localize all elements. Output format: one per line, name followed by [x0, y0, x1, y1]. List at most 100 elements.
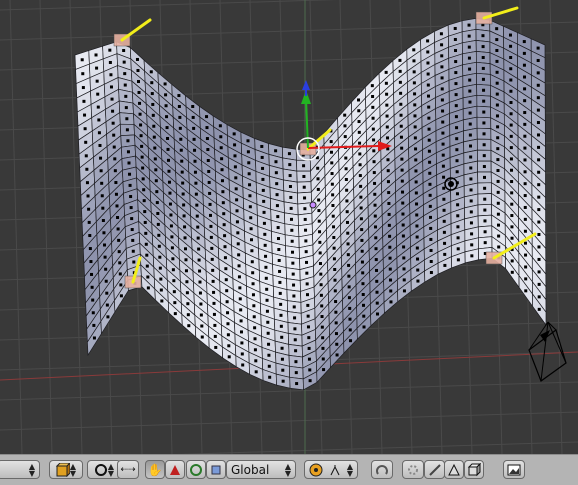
mesh-vertex-dot: [86, 194, 90, 198]
mesh-vertex-dot: [247, 172, 251, 176]
edge-select-button[interactable]: [424, 460, 445, 479]
mesh-vertex-dot: [146, 286, 150, 290]
mesh-vertex-dot: [348, 317, 352, 321]
mesh-vertex-dot: [293, 316, 297, 320]
mesh-vertex-dot: [495, 38, 499, 42]
mesh-vertex-dot: [124, 94, 128, 98]
mesh-vertex-dot: [469, 188, 473, 192]
mesh-vertex-dot: [153, 157, 157, 161]
mesh-vertex-dot: [144, 231, 148, 235]
camera-icon[interactable]: [528, 321, 567, 382]
hook-empty-icon[interactable]: [475, 6, 519, 25]
mesh-vertex-dot: [348, 306, 352, 310]
mesh-vertex-dot: [160, 299, 164, 303]
mesh-vertex-dot: [428, 160, 432, 164]
mesh-vertex-dot: [415, 202, 419, 206]
view-menu-selector[interactable]: ▲ ▼: [0, 460, 40, 479]
mesh-vertex-dot: [105, 303, 109, 307]
grab-mode-button[interactable]: ✋: [145, 460, 165, 479]
hook-empty-icon[interactable]: [113, 18, 152, 47]
mesh-vertex-dot: [103, 255, 107, 259]
mesh-vertex-dot: [454, 82, 458, 86]
mesh-vertex-dot: [145, 253, 149, 257]
mesh-vertex-dot: [261, 177, 265, 181]
mesh-vertex-dot: [412, 70, 416, 74]
pivot-point-selector[interactable]: ▲ ▼: [304, 460, 358, 479]
mesh-vertex-dot: [294, 349, 298, 353]
draw-type-selector[interactable]: ▲ ▼: [87, 460, 121, 479]
mesh-vertex-dot: [266, 331, 270, 335]
mesh-vertex-dot: [191, 115, 195, 119]
mesh-vertex-dot: [236, 242, 240, 246]
mesh-vertex-dot: [331, 193, 335, 197]
mesh-vertex-dot: [165, 126, 169, 130]
orientation-select[interactable]: Global ▲ ▼: [226, 460, 296, 479]
mesh-vertex-dot: [219, 135, 223, 139]
mesh-vertex-dot: [233, 143, 237, 147]
mesh-vertex-dot: [200, 324, 204, 328]
mesh-vertex-dot: [168, 202, 172, 206]
mesh-vertex-dot: [481, 56, 485, 60]
mesh-vertex-dot: [537, 270, 541, 274]
mesh-vertex-dot: [114, 181, 118, 185]
mesh-vertex-dot: [81, 86, 85, 90]
mesh-vertex-dot: [263, 243, 267, 247]
snap-button[interactable]: [402, 460, 424, 479]
mesh-vertex-dot: [470, 254, 474, 258]
render-button[interactable]: [503, 460, 525, 479]
mesh-vertex-dot: [139, 134, 143, 138]
mesh-vertex-dot: [455, 192, 459, 196]
transform-space-button[interactable]: [206, 460, 226, 479]
mesh-vertex-dot: [467, 45, 471, 49]
mesh-vertex-dot: [468, 78, 472, 82]
3d-viewport[interactable]: [0, 0, 578, 454]
mesh-vertex-dot: [344, 156, 348, 160]
mesh-vertex-dot: [468, 122, 472, 126]
scale-mode-button[interactable]: [186, 460, 206, 479]
proportional-edit-button[interactable]: [371, 460, 393, 479]
mesh-vertex-dot: [262, 221, 266, 225]
face-select-button[interactable]: [444, 460, 464, 479]
mesh-vertex-dot: [523, 194, 527, 198]
mesh-vertex-dot: [402, 289, 406, 293]
mesh-vertex-dot: [193, 170, 197, 174]
mesh-vertex-dot: [360, 260, 364, 264]
mesh-vertex-dot: [360, 238, 364, 242]
mesh-vertex-dot: [470, 232, 474, 236]
mesh-vertex-dot: [345, 210, 349, 214]
mesh-vertex-dot: [307, 357, 311, 361]
mesh-vertex-dot: [194, 192, 198, 196]
mesh-vertex-dot: [318, 230, 322, 234]
mesh-vertex-dot: [413, 125, 417, 129]
mesh-vertex-dot: [385, 125, 389, 129]
scene-canvas[interactable]: [0, 0, 578, 454]
mesh-vertex-dot: [213, 334, 217, 338]
mesh-vertex-dot: [348, 328, 352, 332]
mesh-vertex-dot: [510, 168, 514, 172]
mesh-vertex-dot: [416, 279, 420, 283]
mesh-vertex-dot: [442, 208, 446, 212]
mesh-vertex-dot: [207, 169, 211, 173]
mesh-vertex-dot: [495, 70, 499, 74]
mesh-vertex-dot: [181, 181, 185, 185]
mesh-vertex-dot: [389, 300, 393, 304]
mesh-vertex-dot: [205, 126, 209, 130]
mesh-vertex-dot: [440, 65, 444, 69]
manipulator-arrows-button[interactable]: ⇠⇢: [117, 460, 139, 479]
mesh-vertex-dot: [155, 190, 159, 194]
rotate-mode-button[interactable]: [165, 460, 185, 479]
occlude-geometry-button[interactable]: [464, 460, 484, 479]
mesh-vertex-dot: [302, 185, 306, 189]
mesh-vertex-dot: [279, 302, 283, 306]
mesh-vertex-dot: [469, 177, 473, 181]
mesh-vertex-dot: [401, 223, 405, 227]
mesh-vertex-dot: [509, 67, 513, 71]
mesh-vertex-dot: [262, 199, 266, 203]
mesh-vertex-dot: [536, 46, 540, 50]
object-mode-selector[interactable]: ▲ ▼: [49, 460, 83, 479]
mesh-vertex-dot: [179, 137, 183, 141]
mesh-vertex-dot: [495, 92, 499, 96]
proportional-edit-icon: [376, 464, 388, 475]
mesh-vertex-dot: [114, 192, 118, 196]
mesh-vertex-dot: [159, 277, 163, 281]
